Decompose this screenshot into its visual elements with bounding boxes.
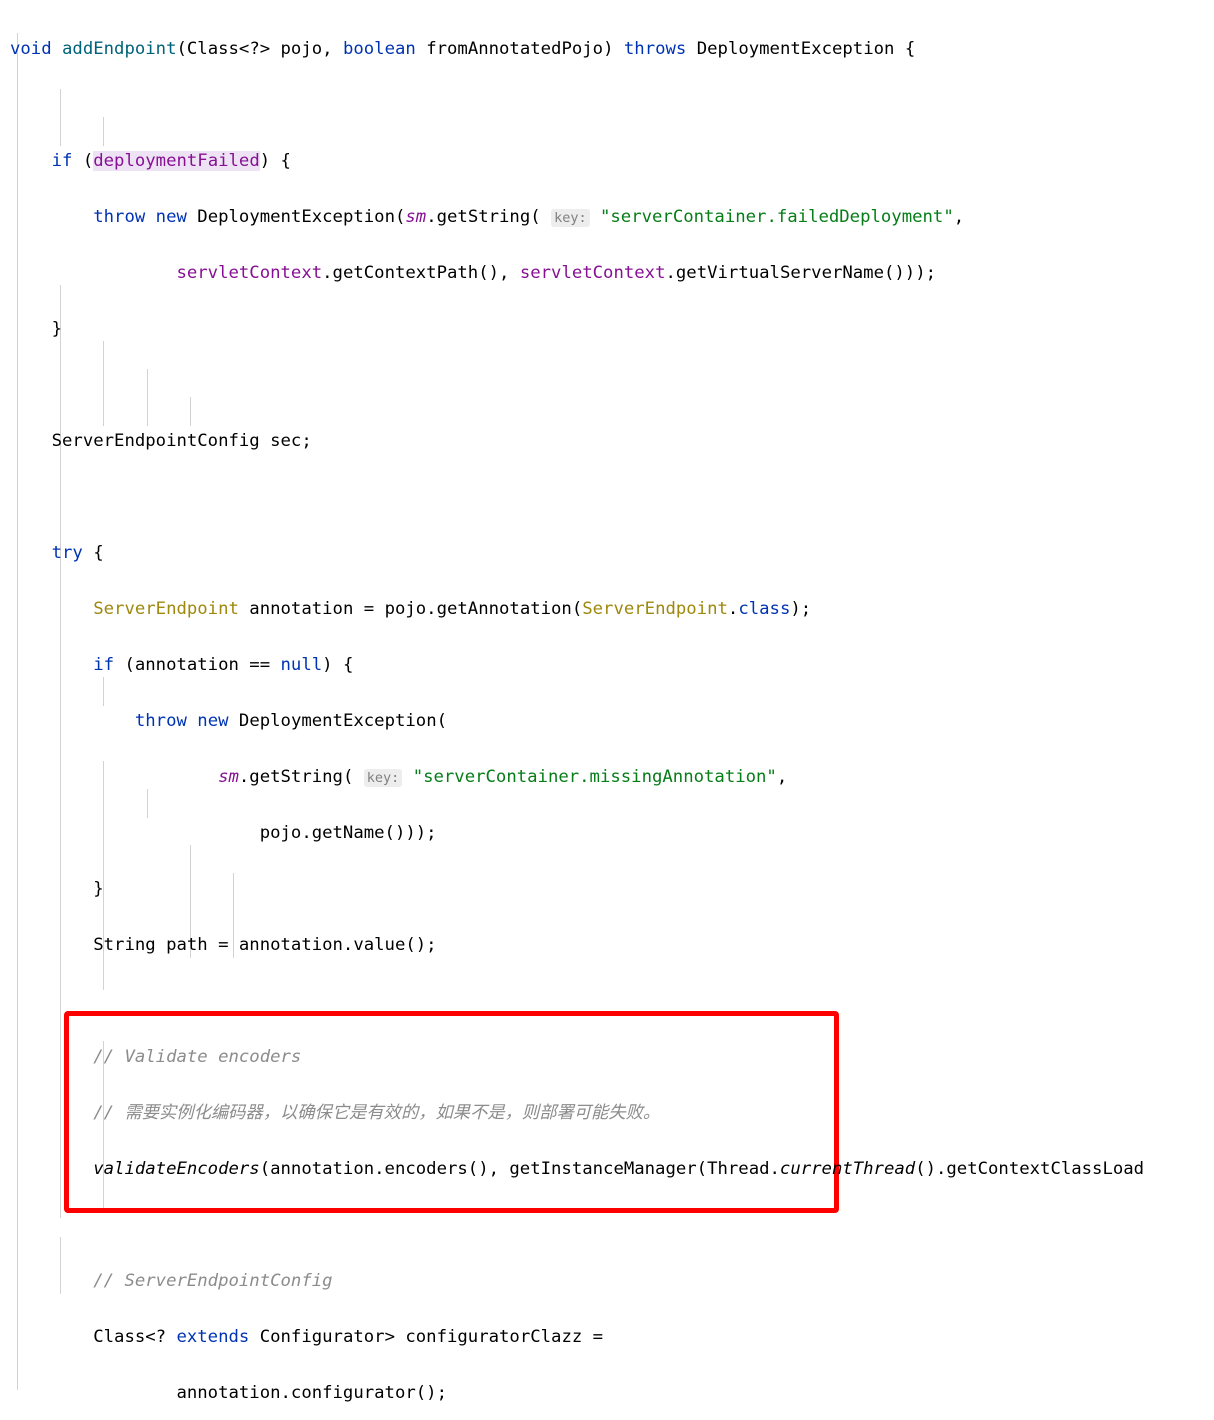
code-line: void addEndpoint(Class<?> pojo, boolean … — [10, 39, 916, 59]
code-line: // Validate encoders — [93, 1047, 302, 1067]
code-line: try { — [51, 543, 104, 563]
code-line: } — [10, 319, 63, 339]
code-line: validateEncoders(annotation.encoders(), … — [93, 1159, 1145, 1179]
code-editor[interactable]: void addEndpoint(Class<?> pojo, boolean … — [0, 0, 1214, 1420]
code-line: if (annotation == null) { — [93, 655, 354, 675]
code-line: // 需要实例化编码器，以确保它是有效的，如果不是，则部署可能失败。 — [93, 1103, 661, 1123]
code-line: throw new DeploymentException( — [134, 711, 448, 731]
code-line: // ServerEndpointConfig — [93, 1271, 333, 1291]
code-line: if (deploymentFailed) { — [51, 151, 291, 171]
code-line: ServerEndpointConfig sec; — [10, 431, 312, 451]
code-content[interactable]: void addEndpoint(Class<?> pojo, boolean … — [0, 0, 1214, 1420]
code-line: annotation.configurator(); — [10, 1383, 447, 1403]
code-line: String path = annotation.value(); — [10, 935, 437, 955]
code-line: throw new DeploymentException(sm.getStri… — [93, 207, 965, 227]
code-line: } — [10, 879, 104, 899]
code-line: ServerEndpoint annotation = pojo.getAnno… — [93, 599, 812, 619]
code-line: Class<? extends Configurator> configurat… — [10, 1327, 604, 1347]
code-line: servletContext.getContextPath(), servlet… — [176, 263, 937, 283]
code-line: sm.getString( key: "serverContainer.miss… — [218, 767, 788, 787]
code-line: pojo.getName())); — [10, 823, 437, 843]
